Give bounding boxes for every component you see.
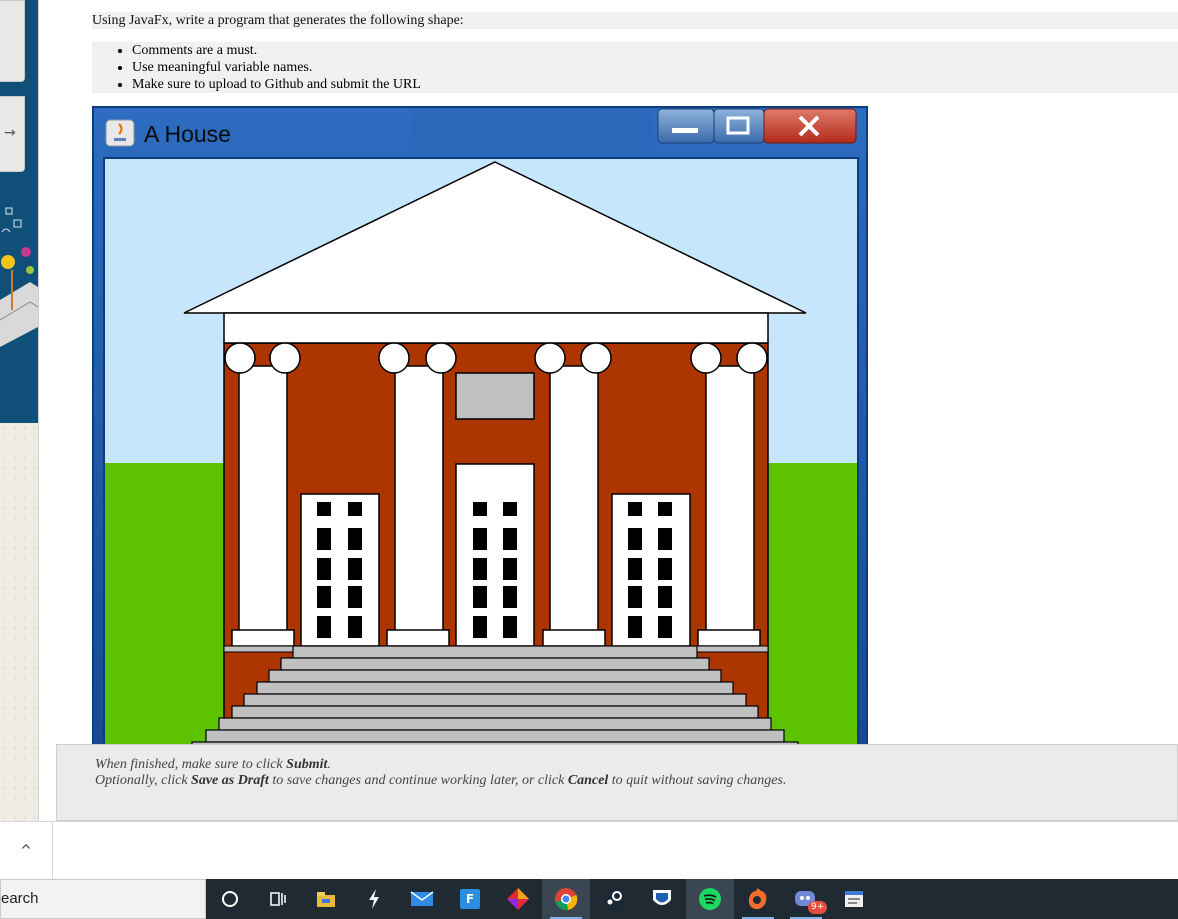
notification-badge: 9+	[808, 901, 828, 914]
mail-icon[interactable]	[398, 879, 446, 919]
instruction-text: to quit without saving changes.	[608, 773, 787, 788]
submission-instructions: When finished, make sure to click Submit…	[56, 744, 1178, 821]
chevron-up-icon: ^	[20, 843, 32, 859]
submit-keyword: Submit	[286, 757, 328, 772]
bottom-bar: ^	[0, 821, 1178, 880]
app-diamond-icon[interactable]	[494, 879, 542, 919]
spotify-icon[interactable]	[686, 879, 734, 919]
instruction-text: to save changes and continue working lat…	[268, 773, 568, 788]
instruction-text: Optionally, click	[95, 773, 192, 788]
origin-icon[interactable]	[734, 879, 782, 919]
window-controls	[657, 108, 857, 144]
taskbar-apps: F 9+	[206, 879, 878, 919]
app-window-icon[interactable]	[830, 879, 878, 919]
list-item: Make sure to upload to Github and submit…	[132, 76, 1178, 93]
requirements-list: Comments are a must. Use meaningful vari…	[92, 42, 1178, 93]
file-explorer-icon[interactable]	[302, 879, 350, 919]
app-lightning-icon[interactable]	[350, 879, 398, 919]
instruction-line-1: When finished, make sure to click Submit…	[95, 757, 331, 773]
search-placeholder: earch	[1, 890, 39, 907]
side-card-top	[0, 0, 25, 82]
task-view-icon[interactable]	[254, 879, 302, 919]
window-title: A House	[144, 121, 231, 147]
side-card-arrow[interactable]: →	[0, 96, 25, 172]
app-f-icon[interactable]: F	[446, 879, 494, 919]
cortana-icon[interactable]	[206, 879, 254, 919]
discord-icon[interactable]: 9+	[782, 879, 830, 919]
rocket-league-icon[interactable]	[638, 879, 686, 919]
house-window-image: A House	[92, 106, 868, 746]
expand-up-button[interactable]: ^	[0, 822, 53, 880]
instruction-line-2: Optionally, click Save as Draft to save …	[95, 773, 786, 789]
assignment-prompt-text: Using JavaFx, write a program that gener…	[92, 13, 464, 28]
list-item: Use meaningful variable names.	[132, 59, 1178, 76]
save-draft-keyword: Save as Draft	[191, 773, 269, 788]
arrow-right-icon: →	[4, 125, 16, 141]
side-illustration	[0, 207, 38, 420]
cancel-keyword: Cancel	[567, 773, 609, 788]
taskbar-search[interactable]: earch	[0, 879, 206, 919]
side-pattern-panel	[0, 423, 39, 821]
assignment-prompt: Using JavaFx, write a program that gener…	[92, 12, 1178, 29]
instruction-text: .	[327, 757, 331, 772]
steam-icon[interactable]	[590, 879, 638, 919]
java-icon	[105, 119, 135, 147]
instruction-text: When finished, make sure to click	[95, 757, 287, 772]
chrome-icon[interactable]	[542, 879, 590, 919]
list-item: Comments are a must.	[132, 42, 1178, 59]
taskbar: earch F 9+	[0, 879, 1178, 919]
